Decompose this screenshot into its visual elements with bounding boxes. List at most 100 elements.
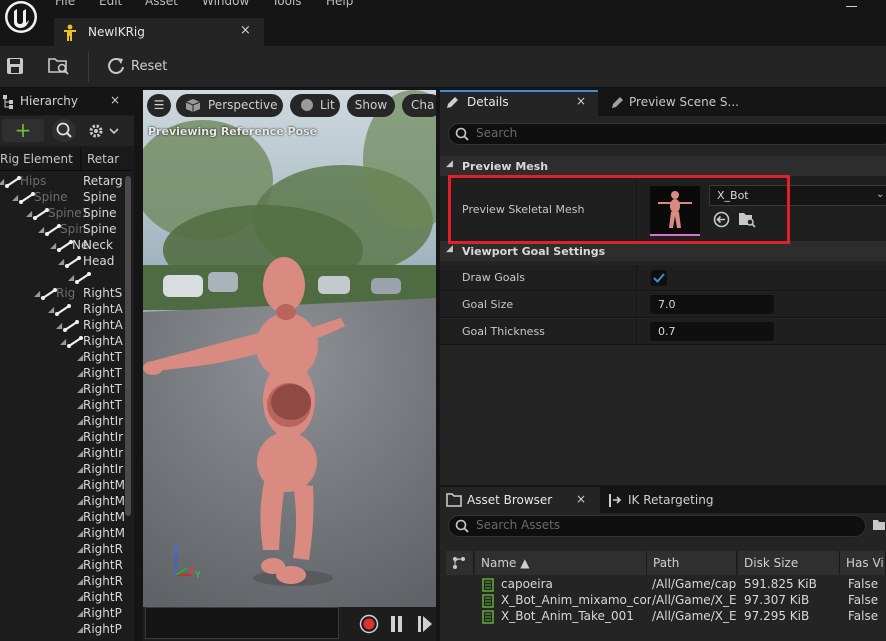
perspective-label: Perspective (208, 98, 278, 112)
goal-size-field[interactable]: 7.0 (650, 295, 774, 314)
tree-row[interactable]: ◢ Ne Neck (0, 238, 124, 254)
draw-goals-checkbox[interactable] (651, 270, 667, 286)
browse-asset-icon[interactable] (48, 56, 70, 76)
tree-row[interactable]: ◢ RightM (0, 494, 124, 510)
column-retarget[interactable]: Retar (87, 152, 119, 166)
tree-row[interactable]: ◢ RightT (0, 350, 124, 366)
timeline-field[interactable] (145, 607, 339, 639)
hierarchy-tab[interactable]: Hierarchy × (0, 90, 134, 115)
expand-arrow-icon[interactable]: ◢ (34, 289, 40, 298)
reset-button[interactable]: Reset (131, 59, 167, 74)
save-icon[interactable] (6, 57, 24, 75)
tree-row[interactable]: ◢ RightT (0, 366, 124, 382)
menu-help[interactable]: Help (326, 0, 353, 8)
perspective-button[interactable]: Perspective (176, 94, 283, 117)
column-disk-size[interactable]: Disk Size (738, 551, 840, 575)
pencil-icon (445, 96, 459, 110)
asset-source-filter[interactable] (446, 551, 474, 575)
ik-retargeting-tab[interactable]: IK Retargeting (628, 493, 713, 507)
tree-row[interactable]: ◢ RightIr (0, 446, 124, 462)
character-button[interactable]: Cha (402, 94, 436, 117)
tree-row[interactable]: ◢ Spin Spine (0, 222, 124, 238)
asset-search-input[interactable]: Search Assets (448, 515, 866, 537)
preview-viewport[interactable]: ☰ Perspective Lit Show Cha Previewing Re… (143, 90, 436, 607)
tree-row[interactable]: ◢ Head (0, 254, 124, 270)
asset-row[interactable]: capoeira/All/Game/cap 591.825 KiB False (446, 577, 886, 593)
expand-arrow-icon[interactable]: ◢ (26, 209, 32, 218)
tree-row[interactable]: ◢ RightA (0, 302, 124, 318)
tree-row[interactable]: ◢ RightIr (0, 414, 124, 430)
tree-row[interactable]: ◢ RightM (0, 478, 124, 494)
section-preview-mesh[interactable]: ◢ Preview Mesh (440, 156, 886, 176)
expand-arrow-icon[interactable]: ◢ (48, 305, 54, 314)
tree-row-retarget: RightT (83, 382, 122, 396)
tree-row[interactable]: ◢ RightR (0, 558, 124, 574)
menu-edit[interactable]: Edit (99, 0, 122, 8)
settings-gear-icon[interactable] (88, 122, 120, 140)
minimize-icon[interactable] (846, 6, 857, 7)
pause-icon[interactable] (390, 615, 404, 633)
expand-arrow-icon[interactable]: ◢ (60, 337, 66, 346)
menu-asset[interactable]: Asset (145, 0, 178, 8)
preview-scene-tab[interactable]: Preview Scene S... (629, 95, 739, 109)
expand-arrow-icon[interactable]: ◢ (68, 273, 74, 282)
tree-row[interactable]: ◢ RightR (0, 590, 124, 606)
tree-row[interactable]: ◢ RightT (0, 398, 124, 414)
tree-row[interactable]: ◢ RightP (0, 606, 124, 622)
expand-arrow-icon[interactable]: ◢ (58, 257, 64, 266)
expand-arrow-icon[interactable]: ◢ (0, 177, 4, 186)
tree-row[interactable]: ◢ RightIr (0, 462, 124, 478)
asset-row[interactable]: X_Bot_Anim_mixamo_con/All/Game/X_E 97.307… (446, 593, 886, 609)
tree-row[interactable]: ◢ RightR (0, 542, 124, 558)
tree-row-retarget: Retarg (83, 174, 123, 188)
tree-row[interactable]: ◢ Hips Retarg (0, 174, 124, 190)
close-icon[interactable]: × (240, 23, 251, 38)
reset-icon[interactable] (106, 56, 126, 76)
menu-file[interactable]: File (55, 0, 75, 8)
tree-row[interactable]: ◢ Spine Spine (0, 190, 124, 206)
show-button[interactable]: Show (347, 94, 395, 117)
close-icon[interactable]: × (576, 94, 586, 108)
expand-arrow-icon[interactable]: ◢ (56, 321, 62, 330)
unreal-logo-icon[interactable] (2, 0, 40, 36)
hierarchy-scrollbar[interactable] (125, 176, 131, 516)
tree-row[interactable]: ◢ (0, 270, 124, 286)
tree-row[interactable]: ◢ RightA (0, 318, 124, 334)
menu-tools[interactable]: Tools (272, 0, 302, 8)
tree-row[interactable]: ◢ RightIr (0, 430, 124, 446)
asset-browser-tab[interactable]: Asset Browser × (440, 487, 600, 513)
column-path[interactable]: Path (647, 551, 737, 575)
tree-row[interactable]: ◢ RightT (0, 382, 124, 398)
expand-arrow-icon[interactable]: ◢ (38, 225, 44, 234)
tree-row[interactable]: ◢ RightM (0, 510, 124, 526)
tree-row[interactable]: ◢ RightP (0, 622, 124, 638)
add-element-button[interactable]: + (2, 119, 44, 142)
column-name[interactable]: Name ▲ (475, 551, 647, 575)
tree-row[interactable]: ◢ RightM (0, 526, 124, 542)
section-viewport-goal-settings[interactable]: ◢ Viewport Goal Settings (440, 241, 886, 261)
viewport-menu-icon[interactable]: ☰ (147, 94, 171, 117)
close-icon[interactable]: × (110, 93, 120, 107)
tree-row[interactable]: ◢ RightA (0, 334, 124, 350)
lit-button[interactable]: Lit (290, 94, 340, 117)
record-icon[interactable] (359, 614, 379, 634)
close-icon[interactable]: × (576, 492, 586, 506)
animation-asset-icon (482, 594, 494, 608)
goal-thickness-field[interactable]: 0.7 (650, 322, 774, 341)
details-tab[interactable]: Details × (440, 90, 598, 116)
column-rig-element[interactable]: Rig Element (0, 152, 73, 166)
tree-row[interactable]: ◢ Spine1 Spine (0, 206, 124, 222)
tree-row[interactable]: ◢ RightR (0, 574, 124, 590)
expand-arrow-icon[interactable]: ◢ (12, 193, 18, 202)
expand-arrow-icon[interactable]: ◢ (50, 241, 56, 250)
tree-row[interactable]: ◢ Rig RightS (0, 286, 124, 302)
tree-row-retarget: RightP (83, 606, 122, 620)
folder-icon[interactable] (872, 518, 886, 532)
column-has-virtualized[interactable]: Has Vi (840, 551, 886, 575)
document-tab[interactable]: NewIKRig × (54, 18, 264, 46)
details-search-input[interactable]: Search (448, 123, 886, 145)
search-icon[interactable] (52, 119, 76, 142)
step-forward-icon[interactable] (417, 615, 433, 633)
asset-row[interactable]: X_Bot_Anim_Take_001/All/Game/X_E 97.295 K… (446, 609, 886, 625)
menu-window[interactable]: Window (202, 0, 249, 8)
